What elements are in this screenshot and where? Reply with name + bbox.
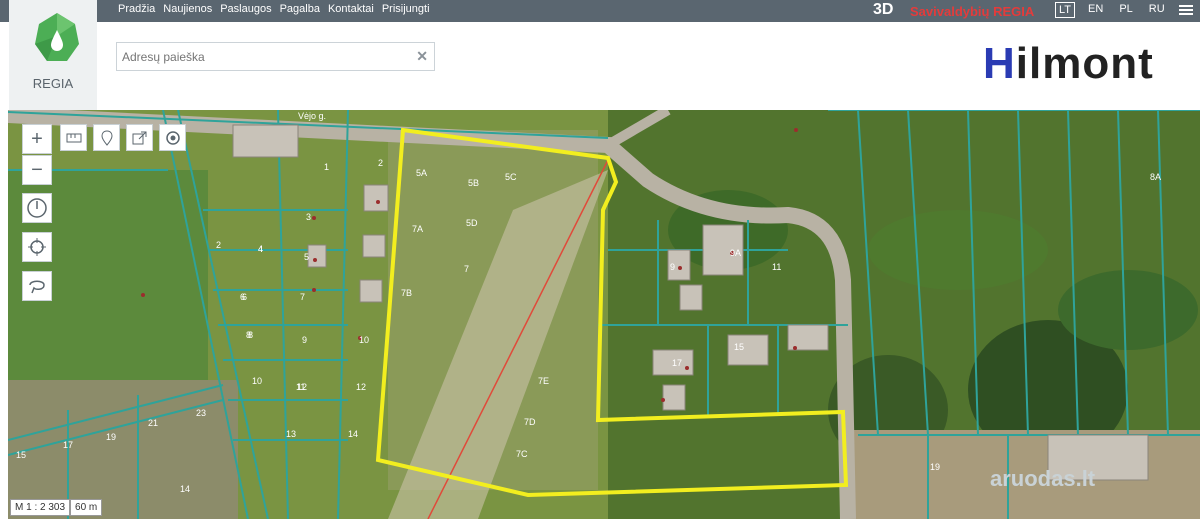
svg-text:14: 14 — [180, 484, 190, 494]
svg-text:4: 4 — [258, 244, 263, 254]
nav-news[interactable]: Naujienos — [163, 3, 212, 15]
svg-text:7C: 7C — [516, 449, 528, 459]
svg-text:5C: 5C — [505, 172, 517, 182]
svg-text:2: 2 — [216, 240, 221, 250]
svg-text:5B: 5B — [468, 178, 479, 188]
svg-text:5D: 5D — [466, 218, 478, 228]
svg-text:7A: 7A — [412, 224, 423, 234]
svg-text:8: 8 — [246, 330, 251, 340]
svg-text:7E: 7E — [538, 376, 549, 386]
svg-text:19: 19 — [930, 462, 940, 472]
svg-text:9: 9 — [302, 335, 307, 345]
hilmont-logo: Hilmont — [983, 39, 1154, 88]
svg-text:10: 10 — [359, 335, 369, 345]
nav-help[interactable]: Pagalba — [280, 3, 320, 15]
main-nav: Pradžia Naujienos Paslaugos Pagalba Kont… — [118, 3, 430, 15]
menu-icon[interactable] — [1179, 3, 1193, 17]
zoom-out-button[interactable]: − — [22, 155, 52, 185]
svg-text:2: 2 — [378, 158, 383, 168]
address-search[interactable]: ✕ — [116, 42, 435, 71]
lasso-icon[interactable] — [22, 271, 52, 301]
svg-text:9A: 9A — [730, 248, 741, 258]
svg-text:5: 5 — [304, 252, 309, 262]
watermark: aruodas.lt — [990, 466, 1096, 491]
crosshair-icon[interactable] — [22, 232, 52, 262]
language-switcher: LT EN PL RU — [1055, 2, 1168, 18]
lang-ru[interactable]: RU — [1146, 2, 1168, 18]
svg-text:10: 10 — [252, 376, 262, 386]
nav-login[interactable]: Prisijungti — [382, 3, 430, 15]
nav-services[interactable]: Paslaugos — [220, 3, 271, 15]
nav-home[interactable]: Pradžia — [118, 3, 155, 15]
street-label: Vėjo g. — [298, 111, 326, 121]
svg-text:7B: 7B — [401, 288, 412, 298]
3d-button[interactable]: 3D — [873, 1, 893, 19]
map-scale: M 1 : 2 303 60 m — [10, 499, 103, 516]
scale-ratio: M 1 : 2 303 — [10, 499, 71, 516]
share-icon[interactable] — [126, 124, 153, 151]
svg-text:12: 12 — [297, 382, 307, 392]
svg-text:1: 1 — [324, 162, 329, 172]
svg-text:7: 7 — [464, 264, 469, 274]
map-imagery: 1 2 3 4 5 6 7 8 9 10 11 12 13 14 15 17 1… — [8, 110, 1200, 519]
brand-title: Savivaldybių REGIA — [910, 4, 1035, 19]
header: REGIA ✕ Hilmont — [0, 0, 1200, 110]
compass-icon[interactable] — [22, 193, 52, 223]
zoom-in-button[interactable]: + — [22, 124, 52, 154]
regia-logo-icon — [35, 13, 79, 61]
svg-text:21: 21 — [148, 418, 158, 428]
svg-text:3: 3 — [306, 212, 311, 222]
map-canvas[interactable]: 1 2 3 4 5 6 7 8 9 10 11 12 13 14 15 17 1… — [8, 110, 1200, 519]
search-input[interactable] — [117, 43, 407, 70]
svg-text:15: 15 — [16, 450, 26, 460]
svg-text:11: 11 — [772, 262, 781, 272]
svg-text:8A: 8A — [1150, 172, 1161, 182]
svg-text:9: 9 — [670, 262, 675, 272]
logo-label: REGIA — [32, 76, 74, 91]
scale-bar: 60 m — [70, 499, 103, 516]
lang-pl[interactable]: PL — [1116, 2, 1135, 18]
svg-text:23: 23 — [196, 408, 206, 418]
svg-text:7: 7 — [300, 292, 305, 302]
svg-text:6: 6 — [240, 292, 245, 302]
svg-text:7D: 7D — [524, 417, 536, 427]
svg-text:19: 19 — [106, 432, 116, 442]
svg-text:5A: 5A — [416, 168, 427, 178]
svg-text:17: 17 — [672, 358, 682, 368]
location-pin-icon[interactable] — [93, 124, 120, 151]
target-icon[interactable] — [159, 124, 186, 151]
regia-logo[interactable]: REGIA — [9, 0, 97, 110]
svg-text:12: 12 — [356, 382, 366, 392]
nav-contacts[interactable]: Kontaktai — [328, 3, 374, 15]
svg-text:17: 17 — [63, 440, 73, 450]
clear-search-icon[interactable]: ✕ — [416, 48, 428, 65]
svg-text:15: 15 — [734, 342, 744, 352]
lang-en[interactable]: EN — [1085, 2, 1106, 18]
svg-text:13: 13 — [286, 429, 296, 439]
measure-icon[interactable] — [60, 124, 87, 151]
top-nav-bar: Pradžia Naujienos Paslaugos Pagalba Kont… — [0, 0, 1200, 22]
svg-text:14: 14 — [348, 429, 358, 439]
lang-lt[interactable]: LT — [1055, 2, 1076, 18]
